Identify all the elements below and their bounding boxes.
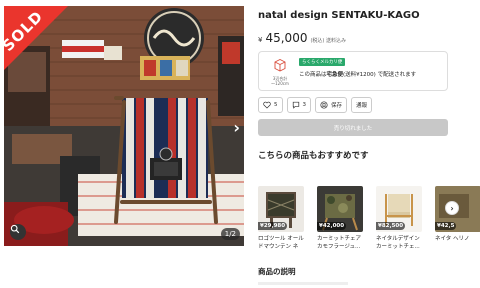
price-value: 45,000 bbox=[265, 31, 308, 45]
recommendation-thumbnail: ¥82,500 bbox=[376, 186, 422, 232]
save-label: 保存 bbox=[331, 103, 343, 109]
comment-button[interactable]: 3 bbox=[286, 97, 311, 113]
description-title: 商品の説明 bbox=[258, 267, 296, 276]
recommendation-item[interactable]: ¥42,000 カーミットチェア カモフラージュ... bbox=[317, 186, 363, 251]
recommendation-item[interactable]: ¥42,5 ネイタ ヘリノ bbox=[435, 186, 480, 251]
comment-icon bbox=[292, 101, 299, 109]
description-placeholder bbox=[258, 282, 348, 285]
recommendation-name: カーミットチェア カモフラージュ... bbox=[317, 236, 362, 250]
sold-ribbon: SOLD bbox=[4, 6, 68, 70]
recommendations-title: こちらの商品もおすすめです bbox=[258, 151, 369, 161]
recommendation-price: ¥42,5 bbox=[435, 222, 457, 230]
next-image-chevron-icon[interactable]: › bbox=[233, 118, 240, 137]
price-row: ¥ 45,000 (税込) 送料込み bbox=[258, 31, 458, 45]
product-title: natal design SENTAKU-KAGO bbox=[258, 10, 420, 21]
save-button[interactable]: 保存 bbox=[315, 97, 348, 113]
sold-out-label: 売り切れました bbox=[333, 125, 373, 132]
shipping-text-suffix: (送料¥1200) で配送されます bbox=[343, 72, 417, 78]
zoom-icon[interactable] bbox=[10, 224, 26, 240]
image-counter: 1/2 bbox=[220, 228, 240, 240]
recommendation-item[interactable]: ¥29,980 ロゴツール オールドマウンテン ネ bbox=[258, 186, 304, 251]
recommendations-list: ¥29,980 ロゴツール オールドマウンテン ネ ¥42,000 カーミットチ… bbox=[258, 186, 480, 254]
like-button[interactable]: 5 bbox=[258, 97, 283, 113]
report-label: 通報 bbox=[356, 103, 368, 109]
bookmark-icon bbox=[320, 101, 328, 109]
recommendation-thumbnail: ¥42,000 bbox=[317, 186, 363, 232]
price-currency: ¥ bbox=[258, 36, 263, 44]
recommendation-name: ネイタルデザイン カーミットチェ... bbox=[376, 236, 420, 250]
shipping-text: この商品は宅急便(送料¥1200) で配送されます bbox=[299, 70, 416, 78]
recommendation-price: ¥29,980 bbox=[258, 222, 288, 230]
shipping-method: 宅急便 bbox=[326, 72, 344, 78]
recommendation-thumbnail: ¥29,980 bbox=[258, 186, 304, 232]
product-image-gallery[interactable]: SOLD › 1/2 bbox=[4, 6, 244, 246]
box-icon: 3辺合計 〜120cm bbox=[267, 57, 293, 86]
recommendation-price: ¥42,000 bbox=[317, 222, 347, 230]
likes-count: 5 bbox=[274, 102, 278, 108]
price-note: (税込) 送料込み bbox=[310, 38, 346, 44]
recommendation-item[interactable]: ¥82,500 ネイタルデザイン カーミットチェ... bbox=[376, 186, 422, 251]
recommendation-price: ¥82,500 bbox=[376, 222, 406, 230]
recommendation-name: ロゴツール オールドマウンテン ネ bbox=[258, 236, 304, 250]
heart-icon bbox=[263, 101, 271, 109]
report-button[interactable]: 通報 bbox=[351, 97, 373, 113]
shipping-text-prefix: この商品は bbox=[299, 72, 327, 78]
chevron-right-icon[interactable]: › bbox=[445, 201, 459, 215]
action-bar: 5 3 保存 通報 bbox=[258, 97, 458, 113]
size-label-2: 〜120cm bbox=[271, 81, 289, 86]
product-details: natal design SENTAKU-KAGO ¥ 45,000 (税込) … bbox=[258, 6, 480, 250]
sold-out-button[interactable]: 売り切れました bbox=[258, 119, 448, 136]
comments-count: 3 bbox=[302, 102, 307, 108]
shipping-method-tag: らくらくメルカリ便 bbox=[299, 58, 346, 66]
shipping-info-box: 3辺合計 〜120cm らくらくメルカリ便 この商品は宅急便(送料¥1200) … bbox=[258, 51, 448, 91]
recommendation-name: ネイタ ヘリノ bbox=[435, 236, 470, 242]
